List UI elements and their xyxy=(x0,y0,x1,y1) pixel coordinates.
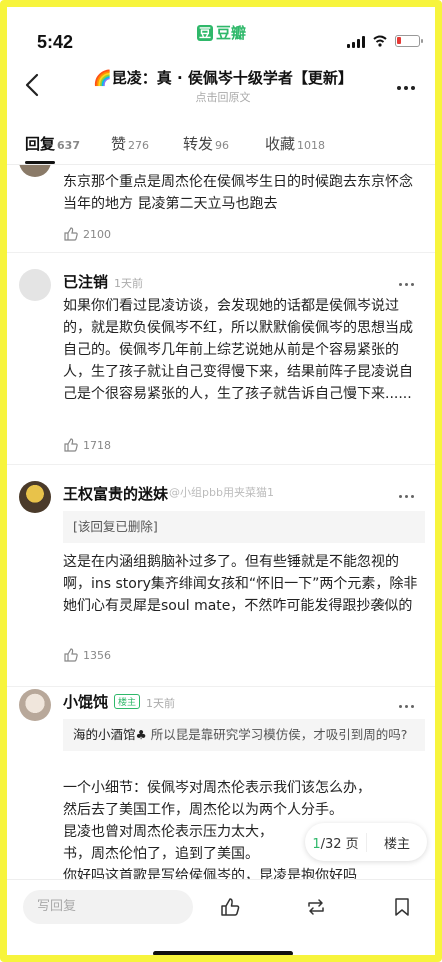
tab-count: 276 xyxy=(128,139,150,152)
comment-item: 王权富贵的迷妹 [该回复已删除] 这是在内涵组鹅脑补过多了。但有些锤就是不能忽视… xyxy=(7,467,435,687)
quoted-reply[interactable]: [该回复已删除] xyxy=(63,511,425,543)
total-pages: /32 页 xyxy=(320,836,359,852)
username[interactable]: 王权富贵的迷妹 xyxy=(63,483,168,504)
back-arrow-icon[interactable] xyxy=(21,71,45,99)
app-name: 豆瓣 xyxy=(216,24,247,42)
tab-label: 转发 xyxy=(183,135,214,153)
username[interactable]: 小馄饨 楼主 1天前 xyxy=(63,691,175,712)
username[interactable]: 已注销 1天前 xyxy=(63,271,143,292)
home-indicator[interactable] xyxy=(153,951,293,955)
comment-item: 东京那个重点是周杰伦在侯佩岑生日的时候跑去东京怀念当年的地方 昆凌第二天立马也跑… xyxy=(7,165,435,253)
douban-logo-icon: 豆 xyxy=(197,24,213,41)
status-time: 5:42 xyxy=(37,32,74,52)
like-count: 2100 xyxy=(83,227,111,241)
comment-more-icon[interactable] xyxy=(399,693,417,712)
cell-signal-icon xyxy=(347,36,365,48)
comment-item: 已注销 1天前 如果你们看过昆凌访谈，会发现她的话都是侯佩岑说过的，就是欺负侯佩岑… xyxy=(7,257,435,465)
bookmark-icon[interactable] xyxy=(391,896,413,918)
phone-screen: 5:42 豆 豆瓣 🌈昆凌：真 · 侯佩岑十级学者【更新】 点击回原文 回复 63… xyxy=(0,0,442,962)
avatar[interactable] xyxy=(19,165,51,177)
wifi-icon xyxy=(373,35,387,47)
app-logo: 豆 豆瓣 xyxy=(197,22,246,43)
tab-count: 637 xyxy=(57,139,80,152)
page-indicator[interactable]: 1/32 页 楼主 xyxy=(305,823,427,861)
bottom-action-bar: 写回复 xyxy=(7,879,435,935)
like-button[interactable]: 1718 xyxy=(63,437,111,453)
tab-label: 赞 xyxy=(111,135,127,153)
thumbs-up-icon xyxy=(64,648,78,662)
watermark: @小组pbb用夹菜猫1 xyxy=(169,486,274,499)
tab-likes[interactable]: 赞 276 xyxy=(111,133,149,154)
comment-text: 如果你们看过昆凌访谈，会发现她的话都是侯佩岑说过的，就是欺负侯佩岑不红，所以默默… xyxy=(63,298,413,402)
back-to-post-link[interactable]: 点击回原文 xyxy=(83,89,363,105)
username-text: 已注销 xyxy=(63,273,109,291)
status-bar: 5:42 豆 豆瓣 xyxy=(7,7,435,63)
thumbs-up-icon xyxy=(64,227,78,241)
thumbs-up-icon xyxy=(64,438,78,452)
avatar[interactable] xyxy=(19,481,51,513)
username-text: 小馄饨 xyxy=(63,693,109,711)
tab-bar: 回复 637 赞 276 转发 96 收藏 1018 xyxy=(7,125,435,165)
post-title: 🌈昆凌：真 · 侯佩岑十级学者【更新】 xyxy=(93,69,353,87)
tab-label: 回复 xyxy=(25,135,56,153)
reply-input[interactable]: 写回复 xyxy=(23,890,193,924)
quoted-text: 所以昆是靠研究学习模仿侯，才吸引到周的吗? xyxy=(150,727,408,742)
like-count: 1356 xyxy=(83,648,111,662)
tab-collects[interactable]: 收藏 1018 xyxy=(265,133,325,154)
avatar[interactable] xyxy=(19,689,51,721)
comment-line: 然后去了美国工作，周杰伦以为两个人分手。 xyxy=(63,802,343,818)
comment-text: 东京那个重点是周杰伦在侯佩岑生日的时候跑去东京怀念当年的地方 昆凌第二天立马也跑… xyxy=(63,174,413,212)
like-post-icon[interactable] xyxy=(219,896,241,918)
battery-low-icon xyxy=(395,35,423,47)
quoted-username: 海的小酒馆♣ xyxy=(73,727,147,742)
current-page: 1 xyxy=(312,836,321,852)
comment-time: 1天前 xyxy=(114,277,144,290)
avatar[interactable] xyxy=(19,269,51,301)
comment-time: 1天前 xyxy=(146,697,176,710)
tab-label: 收藏 xyxy=(265,135,296,153)
active-tab-indicator xyxy=(25,161,55,164)
comment-more-icon[interactable] xyxy=(399,271,417,290)
like-button[interactable]: 2100 xyxy=(63,226,111,242)
repost-icon[interactable] xyxy=(305,896,327,918)
like-count: 1718 xyxy=(83,438,111,452)
op-only-button[interactable]: 楼主 xyxy=(367,833,427,852)
comment-line: 一个小细节：侯佩岑对周杰伦表示我们该怎么办， xyxy=(63,780,371,796)
op-badge: 楼主 xyxy=(114,694,141,709)
tab-replies[interactable]: 回复 637 xyxy=(25,133,80,154)
top-nav: 🌈昆凌：真 · 侯佩岑十级学者【更新】 点击回原文 xyxy=(7,63,435,109)
like-button[interactable]: 1356 xyxy=(63,647,111,663)
comment-list: 东京那个重点是周杰伦在侯佩岑生日的时候跑去东京怀念当年的地方 昆凌第二天立马也跑… xyxy=(7,165,435,883)
quoted-reply[interactable]: 海的小酒馆♣ 所以昆是靠研究学习模仿侯，才吸引到周的吗? xyxy=(63,719,425,751)
tab-count: 1018 xyxy=(297,139,326,152)
tab-reposts[interactable]: 转发 96 xyxy=(183,133,229,154)
tab-count: 96 xyxy=(215,139,230,152)
comment-more-icon[interactable] xyxy=(399,483,417,502)
comment-text: 这是在内涵组鹅脑补过多了。但有些锤就是不能忽视的啊，ins story集齐绯闻女… xyxy=(63,554,418,614)
more-options-icon[interactable] xyxy=(397,75,423,95)
page-number[interactable]: 1/32 页 xyxy=(305,832,367,852)
